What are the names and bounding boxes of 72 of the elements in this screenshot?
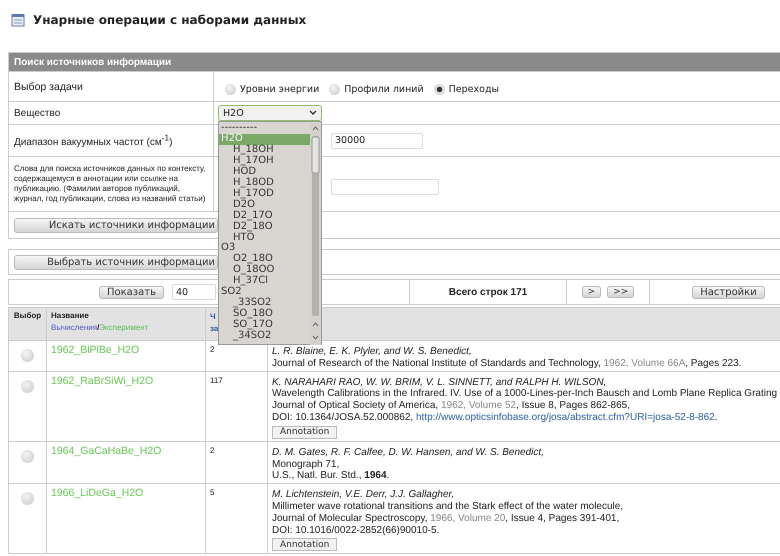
last-page-button[interactable]: >> [607, 286, 634, 298]
panel-header: Поиск источников информации [8, 52, 780, 72]
calc-link[interactable]: Вычисления [51, 323, 98, 332]
dropdown-option[interactable]: H_17OD [219, 188, 310, 200]
line-count: 2 [210, 345, 214, 354]
select-source-button[interactable]: Выбрать источник информации [14, 254, 218, 270]
reference-line: Monograph 71, [272, 458, 340, 470]
line-count: 5 [210, 488, 214, 498]
dropdown-option[interactable]: D2_17O [219, 210, 310, 222]
dropdown-option[interactable]: D2_18O [219, 222, 310, 233]
dropdown-option[interactable]: O3 [219, 243, 310, 254]
dropdown-option[interactable]: D2O [219, 200, 310, 211]
field-label: Слова для поиска источников данных по контексту, содержащемуся в аннотации или ссылке на публикацию. (Фамилии авторов публикаций, журнал, год публикации, слова из названий статьи) [14, 164, 206, 203]
reference-line: DOI: 10.1364/JOSA.52.000862, http://www.opticsinfobase.org/josa/abstract.cfm?URI=josa-52-8-862. [272, 412, 719, 424]
column-header: Ч [210, 311, 217, 323]
reference-line: D. M. Gates, R. F. Calfee, D. W. Hansen, and W. S. Benedict, [272, 446, 545, 459]
row-radio[interactable] [21, 380, 34, 393]
dropdown-option[interactable]: SO_17O [219, 320, 310, 332]
reference-line: M. Lichtenstein, V.E. Derr, J.J. Gallagher, [272, 489, 456, 501]
annotation-button[interactable]: Annotation [272, 538, 338, 552]
dropdown-option[interactable]: O2_18O [219, 254, 310, 266]
reference-line: Wavelength Calibrations in the Infrared. IV. Use of a 1000-Lines-per-Inch Bausch and Lomb Plane Replica Grating [272, 388, 778, 400]
dropdown-option[interactable]: SO_18O [219, 309, 310, 320]
reference-line: L. R. Blaine, E. K. Plyler, and W. S. Benedict, [272, 346, 473, 358]
line-count: 2 [210, 446, 214, 455]
chevron-icon [309, 110, 317, 116]
dropdown-option[interactable]: ---------- [219, 123, 310, 134]
dropdown-option[interactable]: H_37Cl [219, 276, 310, 288]
dropdown-option[interactable]: HOD [219, 166, 310, 178]
dropdown-option[interactable]: H_18OD [219, 178, 310, 189]
reference-line: Journal of Molecular Spectroscopy, 1966, Volume 20, Issue 4, Pages 391-401, [272, 512, 620, 525]
reference-line: K. NARAHARI RAO, W. W. BRIM, V. L. SINNETT, and RALPH H. WILSON, [272, 376, 608, 388]
field-label: Вещество [14, 108, 60, 118]
dropdown-option[interactable]: O_18OO [219, 265, 310, 276]
column-header: Название [51, 311, 90, 320]
field-label: Выбор задачи [14, 80, 83, 92]
task-radio-option[interactable]: Профили линий [329, 84, 424, 95]
scrollbar[interactable] [310, 123, 321, 345]
dropdown-option[interactable]: H_18OH [219, 144, 310, 156]
reference-line: Journal of Optical Society of America, 1962, Volume 52, Issue 8, Pages 862-865, [272, 400, 631, 412]
reference-line: DOI: 10.1016/0022-2852(66)90010-5. [272, 524, 440, 536]
next-page-button[interactable]: > [582, 286, 602, 298]
url-link[interactable]: http://www.opticsinfobase.org/josa/abstract.cfm?URI=josa-52-8-862 [416, 412, 715, 423]
reference-line: U.S., Natl. Bur. Std., 1964. [272, 470, 390, 482]
dropdown-option[interactable]: _33SO2 [219, 298, 310, 310]
notepad-icon [11, 13, 26, 27]
settings-button[interactable]: Настройки [692, 286, 765, 298]
show-button[interactable]: Показать [99, 286, 164, 298]
task-radio-option[interactable]: Переходы [434, 84, 500, 95]
row-radio[interactable] [21, 492, 34, 506]
reference-line: Millimeter wave rotational transitions and the Stark effect of the water molecule, [272, 500, 624, 513]
separator: / [97, 323, 100, 332]
task-radio-option[interactable]: Уровни энергии [225, 84, 320, 95]
reference-line: Journal of Research of the National Institute of Standards and Technology, 1962, Volume 66A, Pages 223. [272, 358, 742, 370]
line-count: 117 [210, 376, 223, 385]
range-to-field[interactable]: 30000 [331, 132, 423, 148]
dropdown-option[interactable]: SO2 [219, 287, 310, 298]
column-header: Выбор [14, 311, 42, 320]
dropdown-option[interactable]: H_17OH [219, 156, 310, 167]
keywords-field[interactable] [331, 179, 439, 195]
dropdown-option[interactable]: _34SO2 [219, 331, 310, 342]
page-size-field[interactable]: 40 [172, 284, 216, 300]
total-rows: Всего строк 171 [448, 286, 528, 298]
row-radio[interactable] [21, 349, 34, 362]
column-header: за [210, 323, 218, 335]
field-label: Диапазон вакуумных частот (см$^{-1}$) [14, 137, 173, 148]
substance-select[interactable]: H2O [218, 105, 322, 121]
search-button[interactable]: Искать источники информации [14, 218, 218, 232]
annotation-button[interactable]: Annotation [272, 426, 338, 439]
page-title: Унарные операции с наборами данных [33, 13, 306, 27]
dropdown-option[interactable]: HTO [219, 232, 310, 244]
row-radio[interactable] [21, 450, 34, 463]
